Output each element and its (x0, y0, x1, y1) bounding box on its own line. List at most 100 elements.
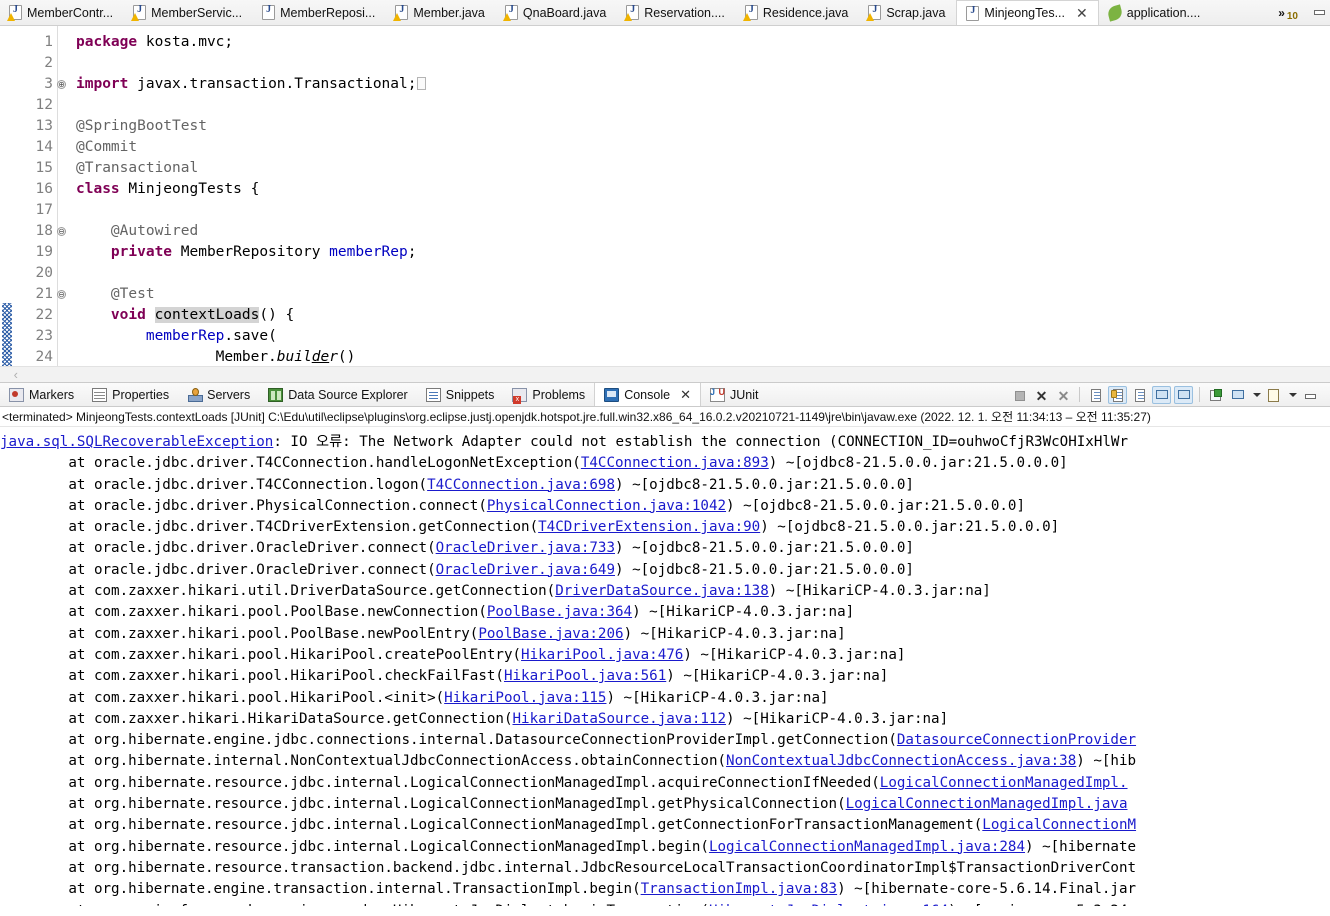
editor-tab-4[interactable]: QnaBoard.java (496, 0, 617, 25)
view-minimize-button[interactable] (1300, 386, 1324, 404)
clear-console-button[interactable] (1086, 386, 1105, 404)
exception-link[interactable]: java.sql.SQLRecoverableException (0, 434, 273, 450)
editor-tab-2[interactable]: MemberReposi... (253, 0, 386, 25)
stack-frame-link[interactable]: HikariPool.java:115 (444, 690, 606, 706)
console-line[interactable]: at oracle.jdbc.driver.T4CDriverExtension… (0, 517, 1330, 538)
stack-frame-link[interactable]: T4CConnection.java:893 (581, 455, 769, 471)
console-line[interactable]: at com.zaxxer.hikari.pool.HikariPool.cre… (0, 645, 1330, 666)
stack-frame-link[interactable]: T4CConnection.java:698 (427, 477, 615, 493)
java-file-warning-icon (624, 4, 640, 21)
fold-toggle-icon[interactable]: ⊖ (57, 227, 66, 236)
data-source-explorer-icon (268, 387, 284, 402)
code-editor[interactable]: 1 2 3 ⊕ 12 13 14 15 16 17 18 ⊖ 19 20 21 ⊖ 22 23 24 package… (0, 26, 1330, 366)
stack-frame-link[interactable]: PoolBase.java:364 (487, 604, 632, 620)
terminate-button[interactable] (1010, 386, 1029, 404)
console-line[interactable]: at com.zaxxer.hikari.HikariDataSource.ge… (0, 709, 1330, 730)
stack-frame-link[interactable]: HikariPool.java:561 (504, 668, 666, 684)
line-number: 19 (35, 244, 53, 260)
view-tab-junit[interactable]: JUnit (701, 383, 767, 406)
stack-frame-link[interactable]: TransactionImpl.java:83 (641, 881, 837, 897)
open-console-button[interactable] (1264, 386, 1283, 404)
console-line[interactable]: at org.hibernate.resource.jdbc.internal.… (0, 794, 1330, 815)
editor-minimize-button[interactable] (1308, 0, 1330, 25)
pin-console-button[interactable] (1206, 386, 1225, 404)
stack-frame-link[interactable]: LogicalConnectionM (982, 817, 1136, 833)
scroll-lock-button[interactable] (1108, 385, 1127, 404)
word-wrap-button[interactable] (1130, 386, 1149, 404)
stop-icon (1015, 390, 1025, 401)
editor-tab-7[interactable]: Scrap.java (859, 0, 956, 25)
code-line: import javax.transaction.Transactional; (76, 74, 1330, 95)
stack-frame-link[interactable]: LogicalConnectionManagedImpl. (880, 775, 1128, 791)
console-line[interactable]: at oracle.jdbc.driver.T4CConnection.hand… (0, 453, 1330, 474)
console-line[interactable]: at com.zaxxer.hikari.pool.PoolBase.newPo… (0, 624, 1330, 645)
view-tab-properties[interactable]: Properties (83, 383, 178, 406)
editor-tab-8[interactable]: MinjeongTes... ✕ (956, 0, 1099, 25)
stack-frame-link[interactable]: PhysicalConnection.java:1042 (487, 498, 726, 514)
stack-frame-link[interactable]: HikariPool.java:476 (521, 647, 683, 663)
stack-frame-link[interactable]: DatasourceConnectionProvider (897, 732, 1136, 748)
console-line[interactable]: at org.springframework.orm.jpa.vendor.Hi… (0, 901, 1330, 906)
line-number: 16 (35, 181, 53, 197)
tab-overflow-chevron[interactable]: » 10 (1272, 0, 1308, 25)
view-tab-data-source-explorer[interactable]: Data Source Explorer (259, 383, 417, 406)
console-line[interactable]: at com.zaxxer.hikari.util.DriverDataSour… (0, 581, 1330, 602)
editor-tab-1[interactable]: MemberServic... (124, 0, 253, 25)
editor-tab-bar: MemberContr... MemberServic... MemberRepos… (0, 0, 1330, 26)
remove-launch-button[interactable]: ✕ (1032, 386, 1051, 404)
console-line[interactable]: at org.hibernate.resource.jdbc.internal.… (0, 815, 1330, 836)
stack-frame-link[interactable]: HikariDataSource.java:112 (513, 711, 727, 727)
console-line[interactable]: at com.zaxxer.hikari.pool.HikariPool.<in… (0, 688, 1330, 709)
remove-all-terminated-button[interactable]: ✕ (1054, 386, 1073, 404)
stack-frame-link[interactable]: DriverDataSource.java:138 (555, 583, 769, 599)
editor-source-text[interactable]: package kosta.mvc; import javax.transact… (72, 26, 1330, 366)
show-console-on-output-button[interactable] (1152, 385, 1171, 404)
display-selected-console-button[interactable] (1228, 386, 1247, 404)
view-tab-servers[interactable]: Servers (178, 383, 259, 406)
scroll-left-arrow[interactable]: ‹ (0, 367, 44, 382)
stack-frame-link[interactable]: NonContextualJdbcConnectionAccess.java:3… (726, 753, 1076, 769)
console-line[interactable]: at com.zaxxer.hikari.pool.HikariPool.che… (0, 666, 1330, 687)
view-tab-console[interactable]: Console ✕ (594, 383, 701, 406)
view-tab-problems[interactable]: Problems (503, 383, 594, 406)
stack-frame-link[interactable]: T4CDriverExtension.java:90 (538, 519, 760, 535)
view-tab-markers[interactable]: Markers (0, 383, 83, 406)
console-output[interactable]: java.sql.SQLRecoverableException: IO 오류:… (0, 427, 1330, 906)
editor-tab-6[interactable]: Residence.java (736, 0, 859, 25)
console-line[interactable]: at oracle.jdbc.driver.OracleDriver.conne… (0, 560, 1330, 581)
editor-tab-close-icon[interactable]: ✕ (1076, 6, 1088, 20)
stack-frame-link[interactable]: OracleDriver.java:649 (436, 562, 615, 578)
stack-frame-link[interactable]: LogicalConnectionManagedImpl.java (846, 796, 1128, 812)
fold-toggle-icon[interactable]: ⊖ (57, 290, 66, 299)
fold-toggle-icon[interactable]: ⊕ (57, 80, 66, 89)
view-tab-snippets[interactable]: Snippets (417, 383, 504, 406)
display-console-menu-arrow[interactable] (1250, 386, 1261, 404)
show-console-on-error-button[interactable] (1174, 385, 1193, 404)
console-line[interactable]: at oracle.jdbc.driver.PhysicalConnection… (0, 496, 1330, 517)
console-line[interactable]: at org.hibernate.resource.jdbc.internal.… (0, 773, 1330, 794)
stack-frame-link[interactable]: HibernateJpaDialect.java:164 (709, 903, 948, 906)
console-line[interactable]: at oracle.jdbc.driver.T4CConnection.logo… (0, 475, 1330, 496)
stack-frame-suffix: ) ~[ojdbc8-21.5.0.0.jar:21.5.0.0.0] (615, 476, 914, 493)
console-line[interactable]: at org.hibernate.engine.jdbc.connections… (0, 730, 1330, 751)
open-console-menu-arrow[interactable] (1286, 386, 1297, 404)
stack-frame-suffix: ) ~[HikariCP-4.0.3.jar:na] (768, 583, 991, 600)
console-line[interactable]: at oracle.jdbc.driver.OracleDriver.conne… (0, 538, 1330, 559)
editor-tab-9[interactable]: application.... (1099, 0, 1212, 25)
editor-tab-3[interactable]: Member.java (386, 0, 496, 25)
servers-icon (187, 387, 204, 402)
editor-tab-0[interactable]: MemberContr... (0, 0, 124, 25)
editor-folding-ruler[interactable] (58, 26, 72, 366)
stack-frame-link[interactable]: OracleDriver.java:733 (436, 540, 615, 556)
console-line[interactable]: at org.hibernate.resource.jdbc.internal.… (0, 837, 1330, 858)
stack-frame-link[interactable]: LogicalConnectionManagedImpl.java:284 (709, 839, 1025, 855)
stack-frame-link[interactable]: PoolBase.java:206 (478, 626, 623, 642)
console-line[interactable]: at org.hibernate.internal.NonContextualJ… (0, 751, 1330, 772)
view-tab-close-icon[interactable]: ✕ (680, 387, 691, 403)
console-line[interactable]: at com.zaxxer.hikari.pool.PoolBase.newCo… (0, 602, 1330, 623)
console-line[interactable]: at org.hibernate.engine.transaction.inte… (0, 879, 1330, 900)
console-line[interactable]: at org.hibernate.resource.transaction.ba… (0, 858, 1330, 879)
editor-horizontal-scrollbar[interactable]: ‹ (0, 366, 1330, 382)
console-line[interactable]: java.sql.SQLRecoverableException: IO 오류:… (0, 432, 1330, 453)
editor-tab-5[interactable]: Reservation.... (617, 0, 736, 25)
